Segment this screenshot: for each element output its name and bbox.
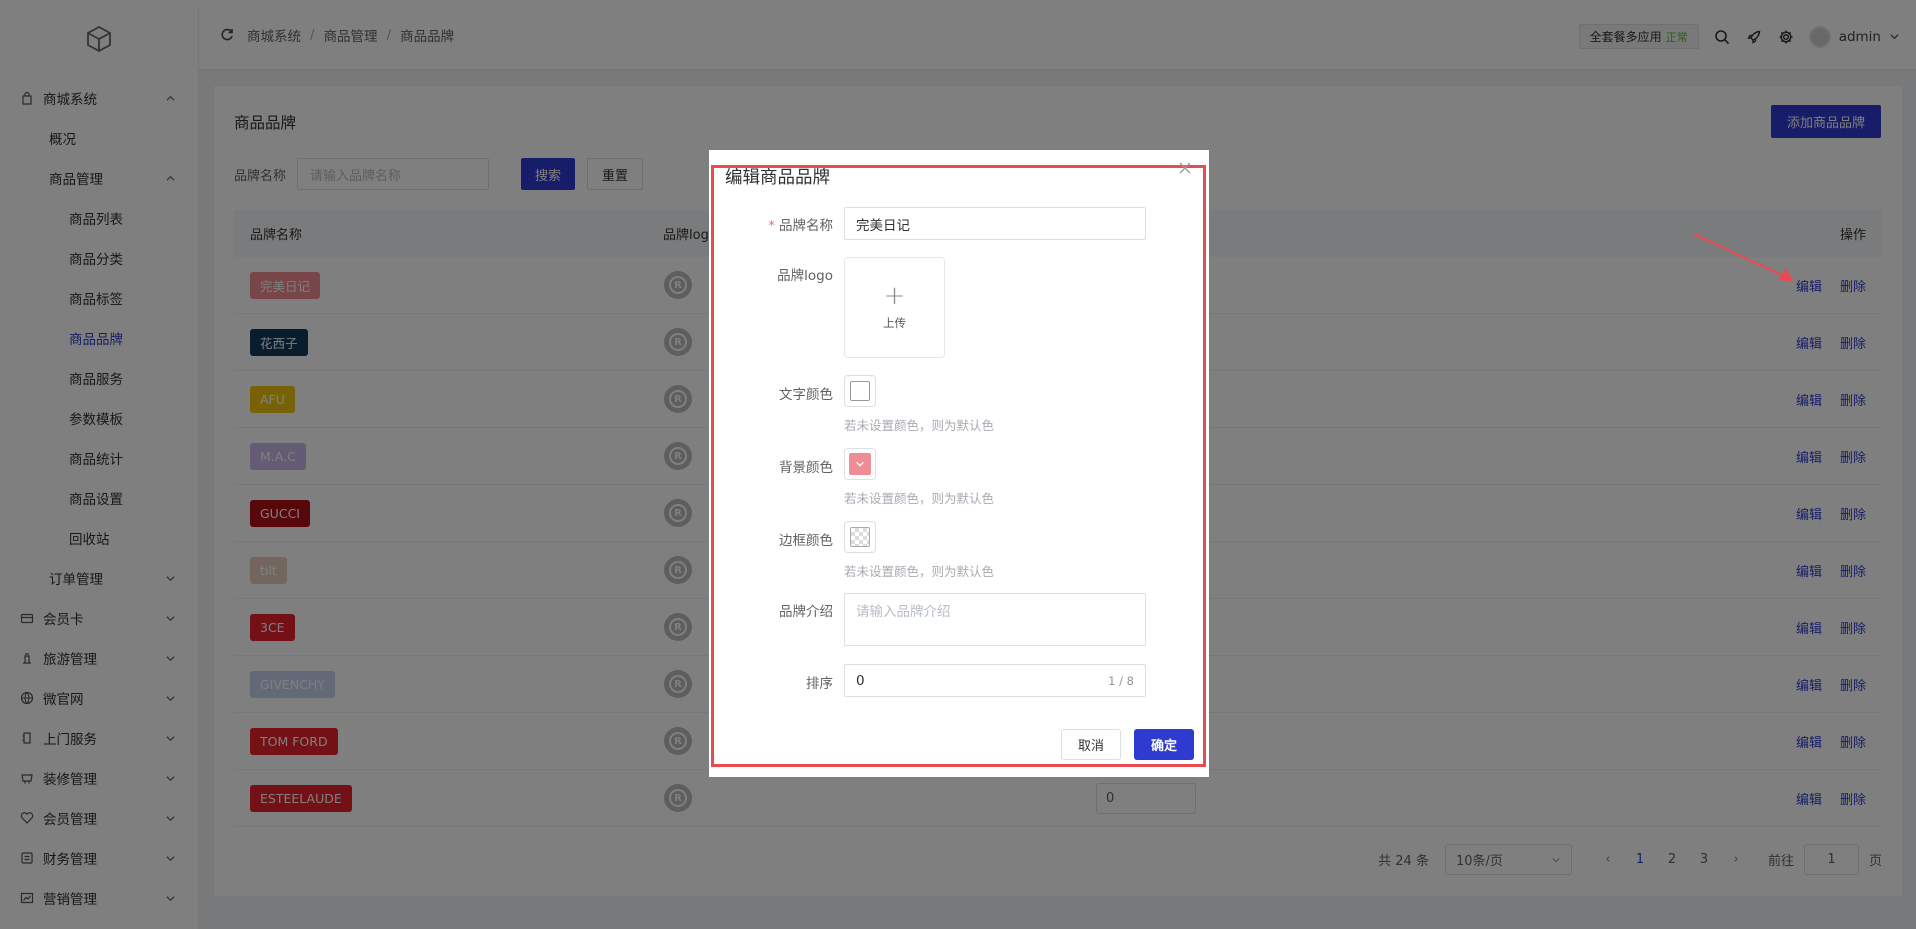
chevron-down-icon — [856, 461, 864, 467]
sort-label: 排序 — [806, 676, 833, 692]
close-icon[interactable] — [1179, 162, 1191, 174]
edit-brand-dialog: 编辑商品品牌 * 品牌名称 完美日记 品牌logo + 上传 文字颜色 若未设置颜… — [709, 150, 1209, 777]
brand-intro-textarea[interactable]: 请输入品牌介绍 — [844, 593, 1146, 646]
sort-char-count: 1 / 8 — [1108, 673, 1134, 688]
border-color-picker[interactable] — [844, 521, 876, 553]
brand-name-input[interactable]: 完美日记 — [844, 207, 1146, 240]
text-color-label: 文字颜色 — [779, 387, 833, 403]
brand-intro-label: 品牌介绍 — [779, 604, 833, 620]
cancel-button[interactable]: 取消 — [1061, 729, 1121, 760]
bg-color-picker[interactable] — [844, 448, 876, 480]
annotation-arrow-icon — [1693, 233, 1794, 282]
dialog-title: 编辑商品品牌 — [725, 168, 830, 188]
bg-color-swatch — [849, 453, 871, 475]
confirm-button[interactable]: 确定 — [1134, 729, 1194, 760]
text-color-swatch — [850, 381, 870, 401]
sort-input[interactable]: 0 1 / 8 — [844, 664, 1146, 697]
brand-name-label: * 品牌名称 — [768, 218, 833, 234]
text-color-picker[interactable] — [844, 375, 876, 407]
logo-upload-button[interactable]: + 上传 — [844, 257, 945, 358]
text-color-hint: 若未设置颜色，则为默认色 — [844, 418, 995, 433]
border-color-hint: 若未设置颜色，则为默认色 — [844, 564, 995, 579]
brand-logo-label: 品牌logo — [777, 268, 833, 284]
upload-text: 上传 — [883, 315, 906, 330]
sort-value: 0 — [856, 672, 865, 689]
plus-icon: + — [883, 280, 906, 311]
bg-color-hint: 若未设置颜色，则为默认色 — [844, 491, 995, 506]
border-color-empty-swatch — [850, 527, 870, 547]
bg-color-label: 背景颜色 — [779, 460, 833, 476]
border-color-label: 边框颜色 — [779, 533, 833, 549]
